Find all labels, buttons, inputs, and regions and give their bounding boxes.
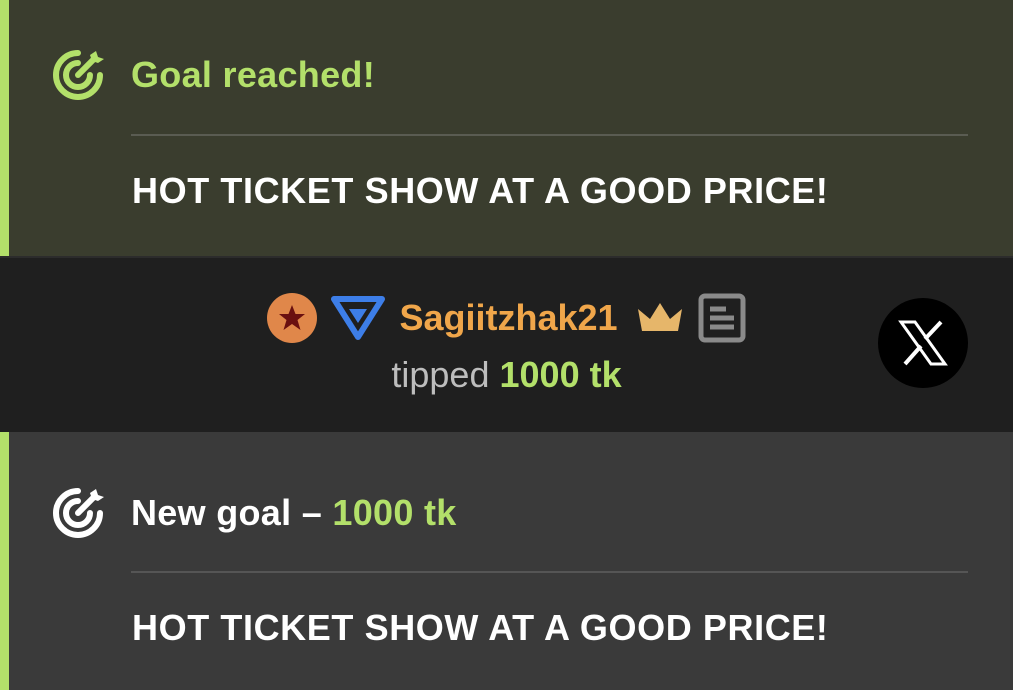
new-goal-amount: 1000 tk xyxy=(332,492,457,533)
tip-amount-line: tipped 1000 tk xyxy=(0,354,1013,396)
goal-reached-description: HOT TICKET SHOW AT A GOOD PRICE! xyxy=(132,170,829,211)
divider xyxy=(131,134,968,136)
tip-notification: Sagiitzhak21 tipped 1000 tk xyxy=(0,256,1013,432)
new-goal-header: New goal – 1000 tk xyxy=(50,483,457,543)
tipped-label: tipped xyxy=(391,354,490,395)
document-icon[interactable] xyxy=(698,293,746,343)
new-goal-card: New goal – 1000 tk HOT TICKET SHOW AT A … xyxy=(0,432,1013,690)
triangle-badge-icon xyxy=(331,296,386,340)
x-logo-icon xyxy=(898,320,948,366)
target-icon xyxy=(53,50,104,100)
goal-reached-header: Goal reached! xyxy=(50,45,375,105)
share-x-button[interactable] xyxy=(878,298,968,388)
new-goal-title: New goal – 1000 tk xyxy=(131,492,457,534)
tip-amount: 1000 tk xyxy=(499,354,622,395)
target-icon xyxy=(53,488,104,538)
tip-user-line: Sagiitzhak21 xyxy=(0,290,1013,346)
new-goal-description: HOT TICKET SHOW AT A GOOD PRICE! xyxy=(132,607,829,648)
new-goal-title-prefix: New goal – xyxy=(131,492,323,533)
star-badge-icon xyxy=(267,293,318,343)
divider xyxy=(131,571,968,573)
goal-reached-card: Goal reached! HOT TICKET SHOW AT A GOOD … xyxy=(0,0,1013,256)
goal-reached-title: Goal reached! xyxy=(131,54,375,95)
crown-icon xyxy=(637,303,682,331)
tipper-username[interactable]: Sagiitzhak21 xyxy=(399,297,617,339)
